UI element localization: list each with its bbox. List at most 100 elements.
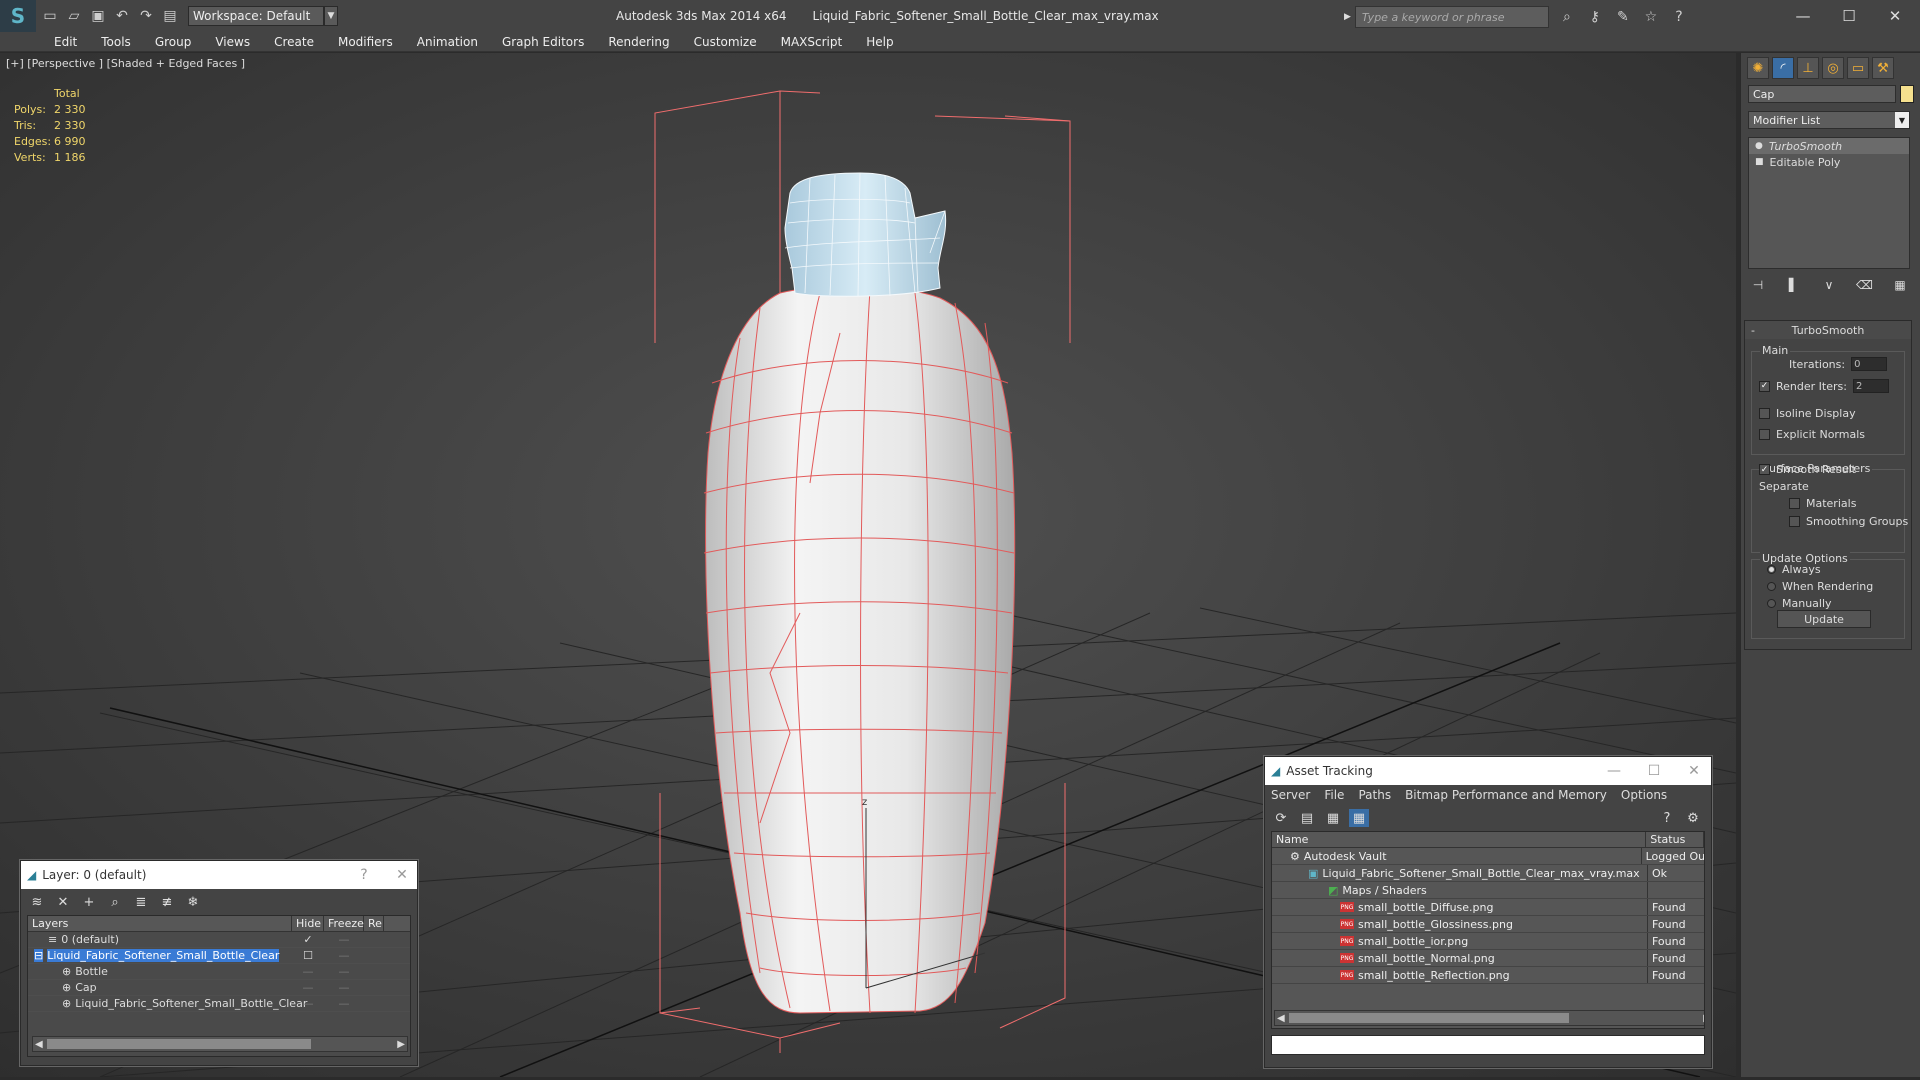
- undo-icon[interactable]: ↶: [112, 6, 132, 26]
- help-icon[interactable]: ?: [1657, 809, 1677, 827]
- column-name[interactable]: Name: [1272, 832, 1647, 847]
- stack-item-turbosmooth[interactable]: ● TurboSmooth: [1749, 138, 1909, 154]
- manually-radio[interactable]: [1767, 599, 1776, 608]
- hide-all-icon[interactable]: ≢: [157, 893, 177, 911]
- new-file-icon[interactable]: ▭: [40, 6, 60, 26]
- horizontal-scrollbar[interactable]: ◀ ▶: [1274, 1010, 1704, 1026]
- asset-menu-server[interactable]: Server: [1271, 788, 1310, 802]
- list-view-icon[interactable]: ▤: [1297, 809, 1317, 827]
- iterations-spinner[interactable]: 0: [1851, 357, 1888, 371]
- collapse-icon[interactable]: ⊟: [34, 949, 44, 962]
- menu-animation[interactable]: Animation: [417, 35, 478, 49]
- help-icon[interactable]: ?: [1669, 7, 1689, 27]
- key-icon[interactable]: ⚷: [1585, 7, 1605, 27]
- asset-row[interactable]: ◩ Maps / Shaders: [1272, 882, 1704, 899]
- menu-rendering[interactable]: Rendering: [608, 35, 669, 49]
- redo-icon[interactable]: ↷: [136, 6, 156, 26]
- menu-graph-editors[interactable]: Graph Editors: [502, 35, 584, 49]
- update-button[interactable]: Update: [1777, 610, 1871, 628]
- maximize-icon[interactable]: ☐: [1639, 757, 1669, 785]
- smoothing-groups-checkbox[interactable]: [1789, 516, 1800, 527]
- column-layers[interactable]: Layers: [28, 916, 292, 931]
- maximize-button[interactable]: ☐: [1826, 0, 1872, 32]
- explicit-normals-checkbox[interactable]: [1759, 429, 1770, 440]
- always-radio[interactable]: [1767, 565, 1776, 574]
- horizontal-scrollbar[interactable]: ◀ ▶: [32, 1036, 408, 1052]
- scroll-left-icon[interactable]: ◀: [1277, 1013, 1285, 1024]
- display-tab-icon[interactable]: ▭: [1847, 57, 1869, 79]
- asset-menu-options[interactable]: Options: [1621, 788, 1667, 802]
- freeze-toggle[interactable]: —: [324, 981, 364, 994]
- scrollbar-thumb[interactable]: [1289, 1013, 1569, 1023]
- rollout-header[interactable]: - TurboSmooth: [1745, 321, 1911, 339]
- materials-checkbox[interactable]: [1789, 498, 1800, 509]
- configure-modifier-sets-icon[interactable]: ▦: [1890, 276, 1910, 294]
- settings-icon[interactable]: ⚙: [1683, 809, 1703, 827]
- when-rendering-radio[interactable]: [1767, 582, 1776, 591]
- column-freeze[interactable]: Freeze: [324, 916, 364, 931]
- asset-row[interactable]: ⚙ Autodesk Vault Logged Ou: [1272, 848, 1704, 865]
- object-color-swatch[interactable]: [1900, 85, 1914, 103]
- freeze-toggle[interactable]: —: [324, 997, 364, 1010]
- menu-modifiers[interactable]: Modifiers: [338, 35, 393, 49]
- asset-row[interactable]: PNG small_bottle_Reflection.png Found: [1272, 967, 1704, 984]
- menu-group[interactable]: Group: [155, 35, 192, 49]
- asset-menu-file[interactable]: File: [1324, 788, 1344, 802]
- menu-tools[interactable]: Tools: [101, 35, 131, 49]
- isoline-display-checkbox[interactable]: [1759, 408, 1770, 419]
- manually-radio-control[interactable]: Manually: [1767, 597, 1832, 610]
- save-icon[interactable]: ▣: [88, 6, 108, 26]
- materials-control[interactable]: Materials: [1789, 497, 1856, 510]
- open-file-icon[interactable]: ▱: [64, 6, 84, 26]
- freeze-all-icon[interactable]: ❄: [183, 893, 203, 911]
- pin-stack-icon[interactable]: ⊣: [1748, 276, 1768, 294]
- remove-modifier-icon[interactable]: ⌫: [1855, 276, 1875, 294]
- modifier-list-dropdown[interactable]: Modifier List ▼: [1748, 111, 1910, 129]
- asset-path-field[interactable]: [1271, 1035, 1705, 1055]
- binoculars-icon[interactable]: ⌕: [1557, 7, 1577, 27]
- modify-tab-icon[interactable]: ◜: [1772, 57, 1794, 79]
- smooth-result-control[interactable]: ✓ Smooth Result: [1759, 463, 1856, 476]
- object-name-field[interactable]: Cap: [1748, 85, 1896, 103]
- scroll-right-icon[interactable]: ▶: [397, 1039, 405, 1050]
- explicit-normals-control[interactable]: Explicit Normals: [1759, 428, 1865, 441]
- menu-help[interactable]: Help: [866, 35, 893, 49]
- layer-row[interactable]: ⊕ Bottle — —: [28, 964, 410, 980]
- render-iters-spinner[interactable]: 2: [1852, 379, 1889, 393]
- scroll-right-icon[interactable]: ▶: [1703, 1013, 1704, 1024]
- project-folder-icon[interactable]: ▤: [160, 6, 180, 26]
- stack-item-editable-poly[interactable]: ■ Editable Poly: [1749, 154, 1909, 170]
- always-radio-control[interactable]: Always: [1767, 563, 1821, 576]
- hide-toggle[interactable]: ✓: [292, 933, 324, 946]
- lightbulb-icon[interactable]: ●: [1755, 141, 1763, 151]
- delete-layer-icon[interactable]: ✕: [53, 893, 73, 911]
- close-button[interactable]: ✕: [1872, 0, 1918, 32]
- column-status[interactable]: Status: [1646, 832, 1704, 847]
- layer-row[interactable]: ⊟ Liquid_Fabric_Softener_Small_Bottle_Cle…: [28, 948, 410, 964]
- table-view-icon[interactable]: ▦: [1349, 809, 1369, 827]
- layer-row[interactable]: ⊕ Liquid_Fabric_Softener_Small_Bottle_Cle…: [28, 996, 410, 1012]
- smoothing-groups-control[interactable]: Smoothing Groups: [1789, 515, 1908, 528]
- scroll-left-icon[interactable]: ◀: [35, 1039, 43, 1050]
- render-iters-checkbox[interactable]: ✓: [1759, 380, 1770, 392]
- asset-window-titlebar[interactable]: ◢ Asset Tracking — ☐ ✕: [1265, 757, 1711, 785]
- menu-views[interactable]: Views: [215, 35, 250, 49]
- freeze-toggle[interactable]: —: [324, 965, 364, 978]
- asset-menu-paths[interactable]: Paths: [1358, 788, 1391, 802]
- utilities-tab-icon[interactable]: ⚒: [1872, 57, 1894, 79]
- column-render[interactable]: Re: [364, 916, 384, 931]
- freeze-toggle[interactable]: —: [324, 949, 364, 962]
- collapse-icon[interactable]: -: [1751, 324, 1755, 337]
- help-icon[interactable]: ?: [349, 861, 379, 889]
- menu-maxscript[interactable]: MAXScript: [781, 35, 843, 49]
- column-hide[interactable]: Hide: [292, 916, 324, 931]
- close-icon[interactable]: ✕: [1679, 757, 1709, 785]
- chevron-down-icon[interactable]: ▼: [324, 6, 338, 26]
- communication-icon[interactable]: ✎: [1613, 7, 1633, 27]
- asset-row[interactable]: PNG small_bottle_Diffuse.png Found: [1272, 899, 1704, 916]
- menu-create[interactable]: Create: [274, 35, 314, 49]
- chevron-down-icon[interactable]: ▼: [1895, 112, 1909, 128]
- hide-toggle[interactable]: —: [292, 981, 324, 994]
- thumbnail-view-icon[interactable]: ▦: [1323, 809, 1343, 827]
- asset-menu-bitmap[interactable]: Bitmap Performance and Memory: [1405, 788, 1607, 802]
